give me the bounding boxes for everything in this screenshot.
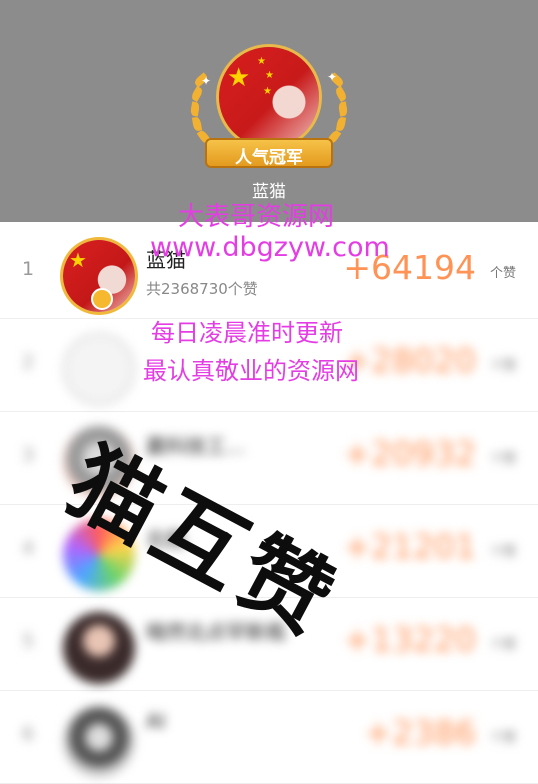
rank-number: 6 — [22, 723, 35, 745]
total-likes: 共2368730个赞 — [146, 280, 258, 298]
rank-number: 4 — [22, 537, 35, 559]
watermark-update-note: 每日凌晨准时更新 — [151, 319, 343, 347]
likes-gain: +20932 — [343, 434, 476, 473]
watermark-slogan: 最认真敬业的资源网 — [143, 357, 359, 385]
likes-gain: +13220 — [343, 620, 476, 659]
avatar[interactable] — [63, 705, 135, 777]
rank-number: 2 — [22, 351, 35, 373]
likes-unit: 个赞 — [489, 266, 516, 281]
rank-number: 5 — [22, 630, 35, 652]
sparkle-icon: ✦ — [327, 70, 338, 84]
medal-icon — [91, 288, 113, 310]
likes-gain: +28020 — [343, 341, 476, 380]
champion-header: ✦ ✦ ★ ★ ★ ★ 人气冠军 蓝猫 — [0, 0, 538, 222]
likes-unit: 个赞 — [489, 638, 516, 653]
badge-label: 人气冠军 — [235, 148, 303, 168]
avatar[interactable] — [63, 612, 135, 684]
popularity-champion-badge: 人气冠军 — [205, 138, 333, 168]
flag-star-icon: ★ — [69, 248, 87, 272]
likes-unit: 个赞 — [489, 545, 516, 560]
likes-unit: 个赞 — [489, 452, 516, 467]
flag-star-icon: ★ — [265, 70, 274, 81]
watermark-site-name: 大表哥资源网 — [178, 202, 335, 232]
champion-avatar[interactable]: ★ ★ ★ ★ — [219, 47, 319, 147]
likes-unit: 个赞 — [489, 731, 516, 746]
sparkle-icon: ✦ — [201, 74, 212, 88]
user-name: AI — [146, 709, 166, 733]
rank-number: 1 — [22, 258, 35, 280]
flag-star-icon: ★ — [263, 86, 272, 97]
rank-number: 3 — [22, 444, 35, 466]
avatar[interactable] — [63, 333, 135, 405]
likes-gain: +2386 — [364, 713, 476, 752]
likes-unit: 个赞 — [489, 359, 516, 374]
flag-star-icon: ★ — [227, 63, 251, 93]
watermark-url: www.dbgzyw.com — [150, 232, 390, 263]
list-item[interactable]: 6 AI +2386 个赞 — [0, 691, 538, 784]
flag-star-icon: ★ — [257, 56, 266, 67]
